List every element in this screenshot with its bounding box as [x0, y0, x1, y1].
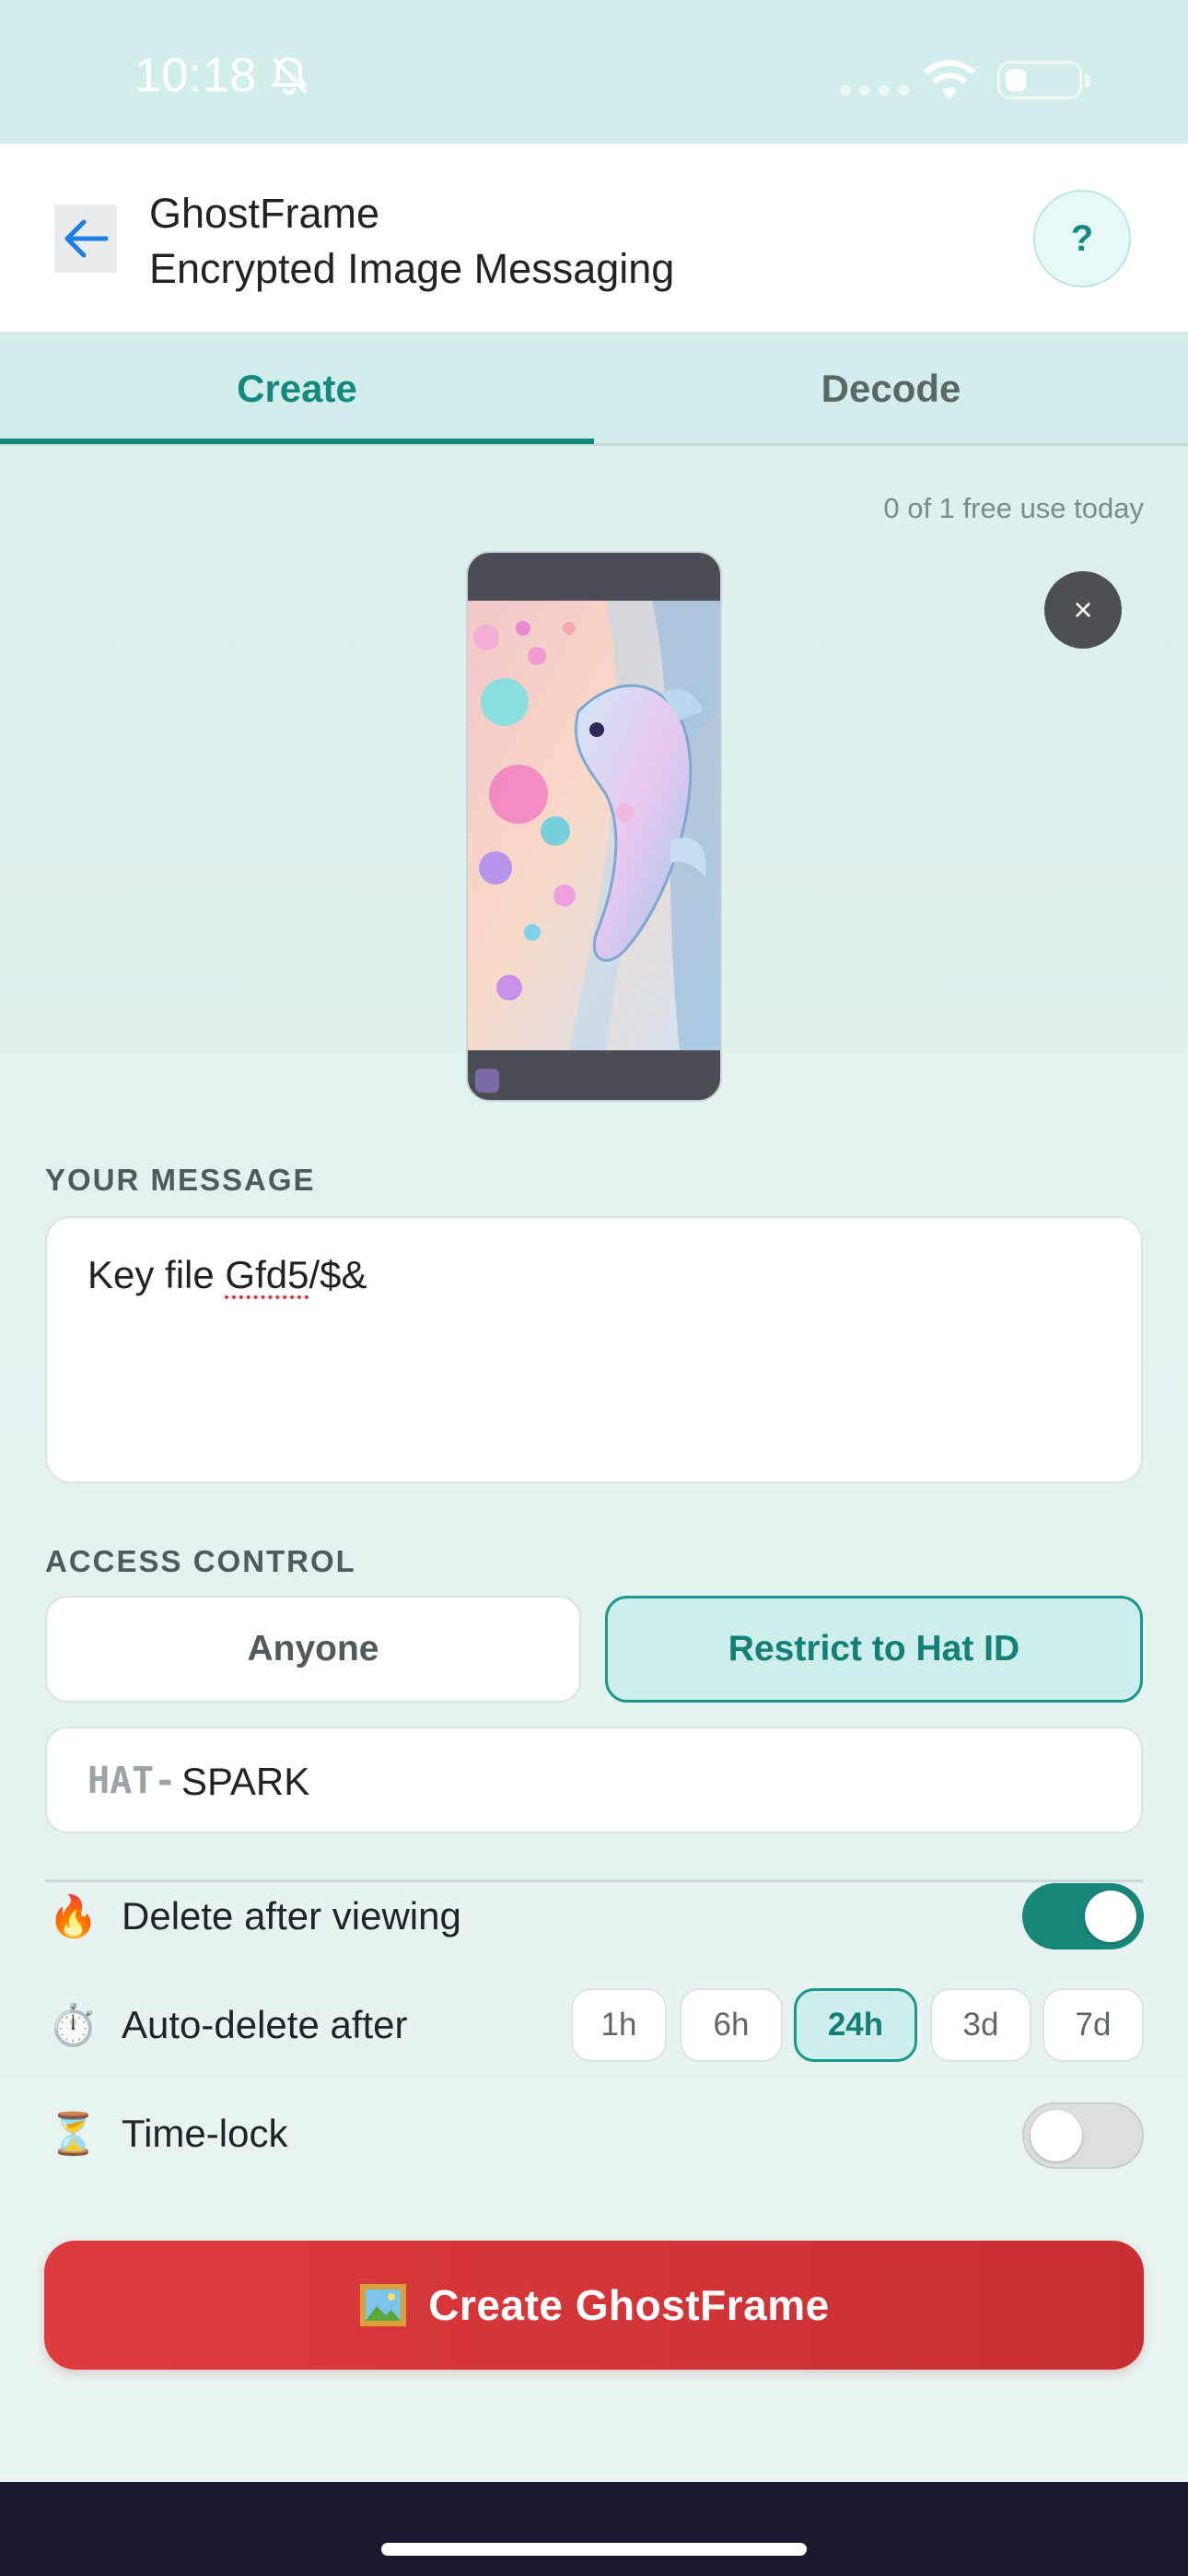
- hourglass-icon: ⏳: [48, 2112, 99, 2157]
- delete-after-viewing-label: Delete after viewing: [122, 1894, 461, 1938]
- access-restrict-hat-button[interactable]: Restrict to Hat ID: [605, 1596, 1143, 1703]
- tab-decode[interactable]: Decode: [594, 334, 1188, 443]
- auto-delete-7d[interactable]: 7d: [1042, 1988, 1144, 2062]
- help-button[interactable]: ?: [1033, 190, 1131, 287]
- framed-picture-icon: [360, 2284, 407, 2326]
- home-indicator[interactable]: [381, 2543, 807, 2556]
- dolphin-image: [468, 601, 720, 1050]
- divider: [45, 1879, 1143, 1882]
- fire-icon: 🔥: [48, 1894, 99, 1939]
- create-ghostframe-button[interactable]: Create GhostFrame: [44, 2241, 1144, 2370]
- back-button[interactable]: [54, 205, 117, 273]
- message-input[interactable]: Key file Gfd5/$&: [45, 1216, 1143, 1483]
- battery-icon: [997, 61, 1090, 100]
- tab-create[interactable]: Create: [0, 334, 594, 443]
- auto-delete-3d[interactable]: 3d: [930, 1988, 1031, 2062]
- hat-id-prefix: HAT-: [87, 1760, 177, 1802]
- time-lock-label: Time-lock: [122, 2112, 288, 2155]
- wifi-icon: [923, 60, 976, 100]
- create-button-label: Create GhostFrame: [428, 2281, 830, 2329]
- message-section-label: YOUR MESSAGE: [45, 1163, 316, 1197]
- auto-delete-24h[interactable]: 24h: [794, 1988, 917, 2062]
- delete-after-viewing-toggle[interactable]: [1022, 1883, 1144, 1950]
- message-value: Key file Gfd5/$&: [87, 1253, 367, 1296]
- hat-id-input[interactable]: HAT- SPARK: [45, 1727, 1143, 1833]
- auto-delete-1h[interactable]: 1h: [571, 1988, 667, 2062]
- remove-image-button[interactable]: ×: [1044, 571, 1122, 649]
- app-name: GhostFrame: [149, 190, 380, 237]
- usage-counter: 0 of 1 free use today: [883, 492, 1144, 524]
- active-tab-indicator: [0, 439, 594, 444]
- auto-delete-label: Auto-delete after: [122, 2003, 408, 2046]
- access-section-label: ACCESS CONTROL: [45, 1544, 356, 1578]
- hat-id-value: SPARK: [181, 1760, 310, 1803]
- stopwatch-icon: ⏱️: [48, 2003, 99, 2048]
- misspelled-word: Gfd5: [225, 1253, 309, 1296]
- status-bar: 10:18: [0, 0, 1188, 144]
- arrow-left-icon: [64, 219, 109, 258]
- bell-muted-icon: [271, 56, 308, 95]
- page-title: GhostFrame Encrypted Image Messaging: [149, 186, 674, 297]
- app-subtitle: Encrypted Image Messaging: [149, 245, 675, 292]
- tab-bar: Create Decode: [0, 334, 1188, 446]
- image-thumbnail: [475, 1069, 499, 1093]
- cellular-signal-icon: [840, 85, 909, 96]
- home-indicator-area: [0, 2482, 1188, 2576]
- image-preview[interactable]: [466, 551, 722, 1102]
- auto-delete-6h[interactable]: 6h: [680, 1988, 783, 2062]
- status-time: 10:18: [134, 49, 257, 102]
- time-lock-toggle[interactable]: [1022, 2102, 1144, 2169]
- access-anyone-button[interactable]: Anyone: [45, 1596, 581, 1703]
